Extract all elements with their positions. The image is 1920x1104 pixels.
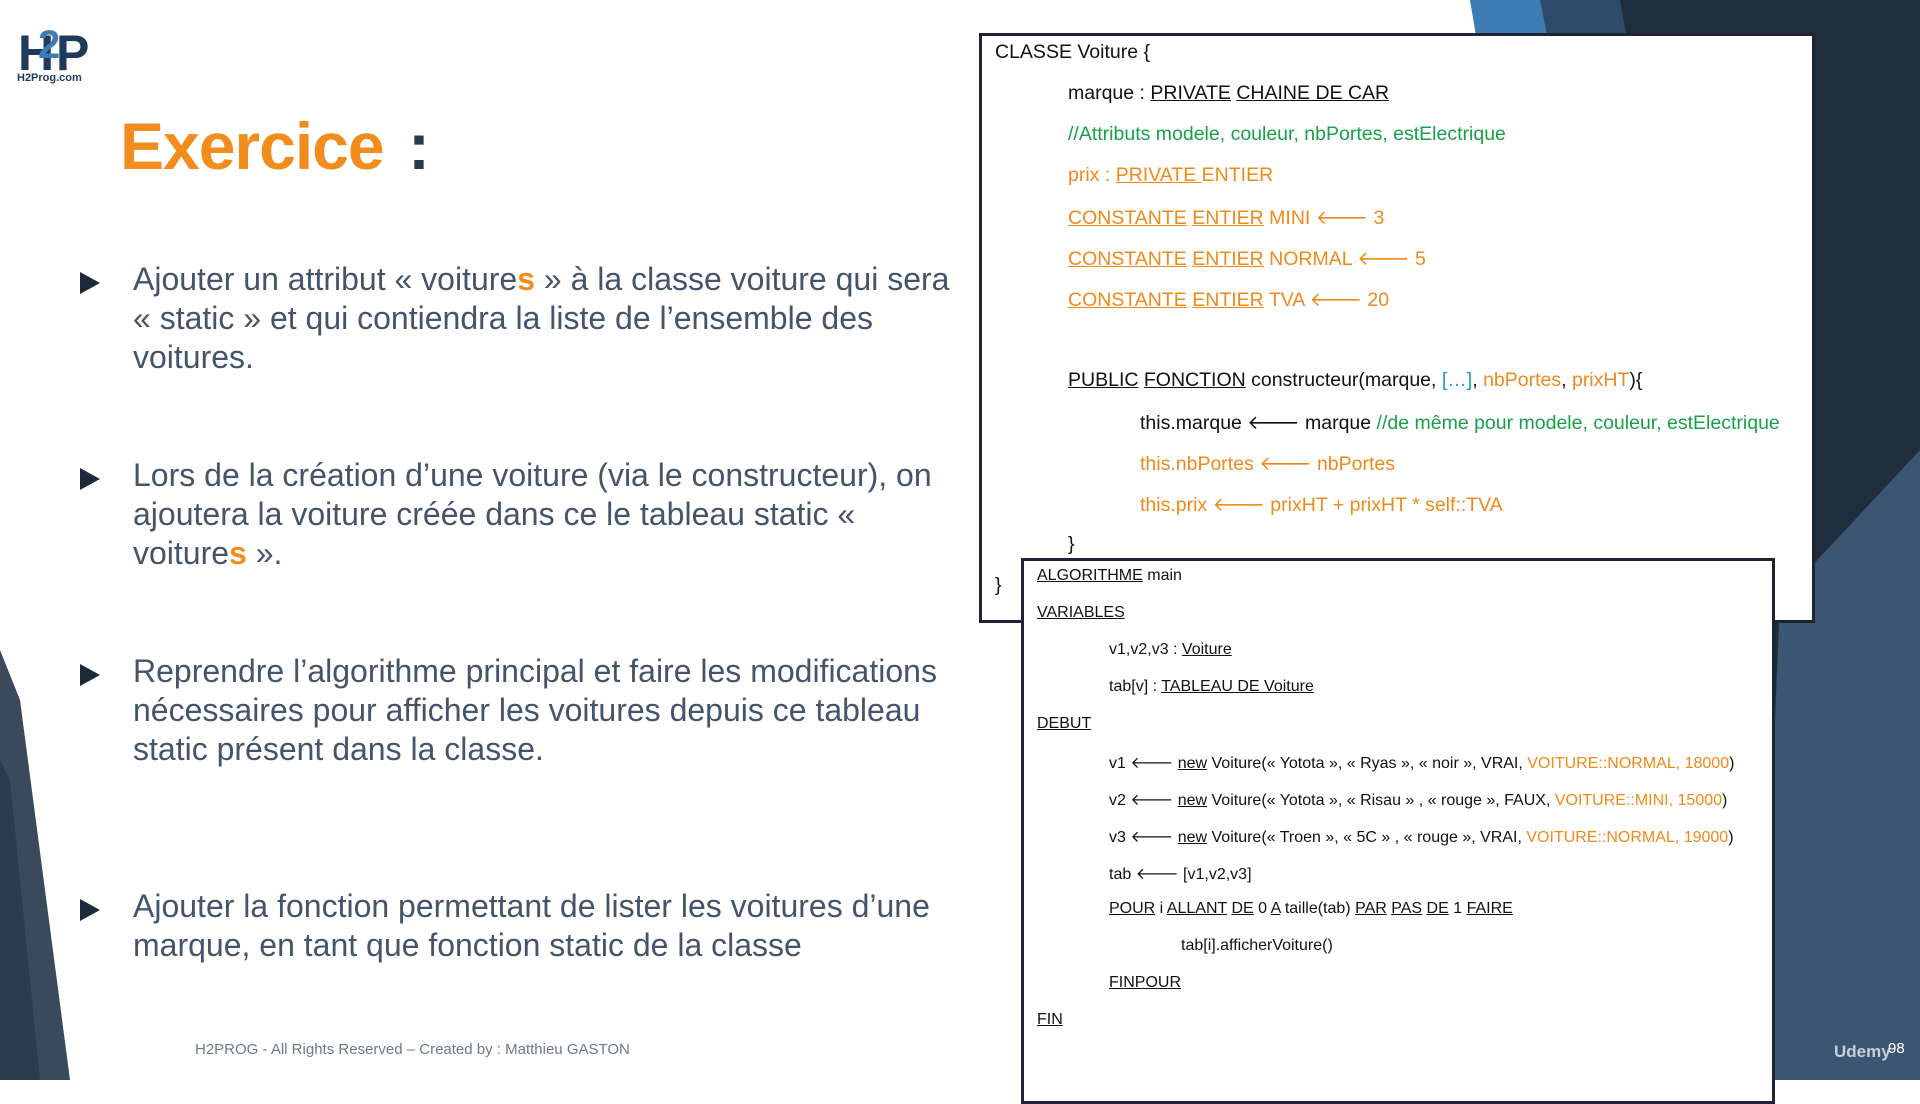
logo-caption: H2Prog.com (17, 72, 82, 84)
code-line: VARIABLES (1037, 604, 1125, 621)
code-line: PUBLIC FONCTION constructeur(marque, […]… (1068, 369, 1643, 391)
code-line: this.marque 🡐 marque //de même pour mode… (1140, 412, 1780, 434)
code-line: CONSTANTE ENTIER TVA 🡐 20 (1068, 289, 1390, 311)
class-code-box: CLASSE Voiture { marque : PRIVATE CHAINE… (979, 33, 1815, 623)
code-line: FINPOUR (1109, 974, 1181, 991)
code-line: POUR i ALLANT DE 0 A taille(tab) PAR PAS… (1109, 900, 1513, 917)
code-line: prix : PRIVATE ENTIER (1068, 164, 1274, 186)
code-line: } (1068, 533, 1075, 555)
code-line: CLASSE Voiture { (995, 41, 1151, 63)
code-line: CONSTANTE ENTIER MINI 🡐 3 (1068, 207, 1385, 229)
code-line: marque : PRIVATE CHAINE DE CAR (1068, 82, 1390, 104)
bullet-arrow-icon (80, 272, 100, 294)
code-line: ALGORITHME main (1037, 567, 1182, 584)
bullet-text: Ajouter un attribut « voitures » à la cl… (133, 261, 950, 375)
code-line: tab[v] : TABLEAU DE Voiture (1109, 678, 1314, 695)
code-line: this.prix 🡐 prixHT + prixHT * self::TVA (1140, 494, 1503, 516)
page-title-colon: : (408, 109, 430, 183)
code-line: CONSTANTE ENTIER NORMAL 🡐 5 (1068, 248, 1426, 270)
bullet-arrow-icon (80, 468, 100, 490)
code-line: this.nbPortes 🡐 nbPortes (1140, 453, 1395, 475)
code-line: tab 🡐 [v1,v2,v3] (1109, 866, 1252, 883)
page-number: 98 (1888, 1040, 1905, 1057)
udemy-watermark: Udemy (1834, 1042, 1891, 1061)
footer-copyright: H2PROG - All Rights Reserved – Created b… (195, 1041, 630, 1058)
code-line: tab[i].afficherVoiture() (1181, 937, 1333, 954)
bullet-text: Ajouter la fonction permettant de lister… (133, 888, 930, 963)
page-title: Exercice (120, 109, 385, 183)
bullet-arrow-icon (80, 664, 100, 686)
code-line: v2 🡐 new Voiture(« Yotota », « Risau » ,… (1109, 792, 1728, 809)
code-line: v1,v2,v3 : Voiture (1109, 641, 1232, 658)
bullet-arrow-icon (80, 899, 100, 921)
code-comment: //Attributs modele, couleur, nbPortes, e… (1068, 123, 1506, 145)
bullet-text: Reprendre l’algorithme principal et fair… (133, 653, 937, 767)
bullet-text: Lors de la création d’une voiture (via l… (133, 457, 932, 571)
code-line: v1 🡐 new Voiture(« Yotota », « Ryas », «… (1109, 755, 1735, 772)
code-line: v3 🡐 new Voiture(« Troen », « 5C » , « r… (1109, 829, 1734, 846)
algorithm-code-box: ALGORITHME main VARIABLES v1,v2,v3 : Voi… (1021, 558, 1775, 1104)
code-line: FIN (1037, 1011, 1063, 1028)
code-line: } (995, 574, 1002, 596)
code-line: DEBUT (1037, 715, 1092, 732)
